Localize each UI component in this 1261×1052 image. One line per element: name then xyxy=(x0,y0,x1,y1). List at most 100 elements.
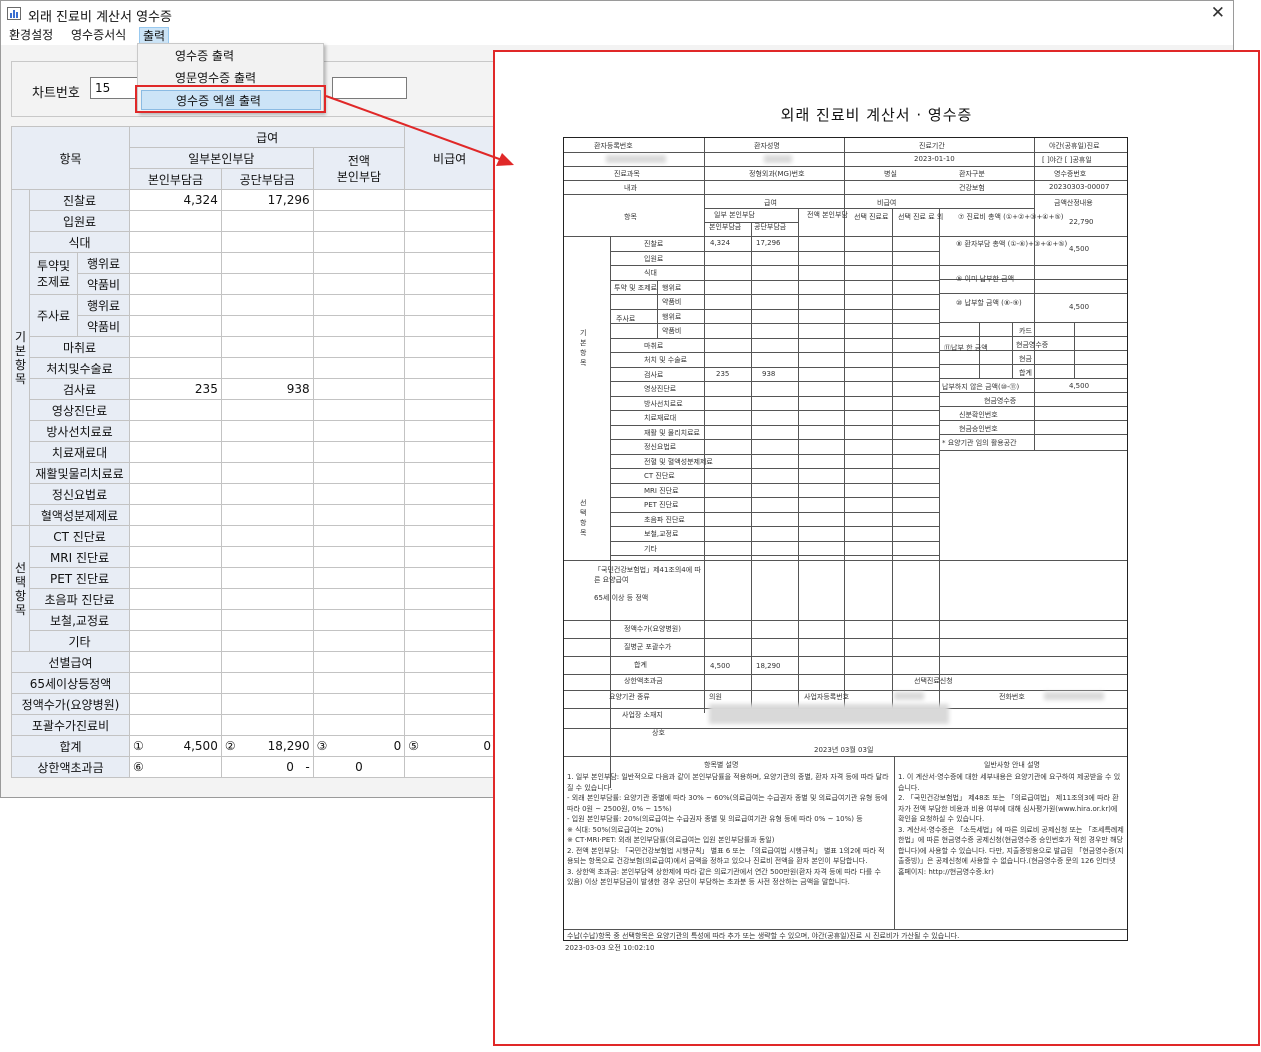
cell-noncovered[interactable] xyxy=(404,588,495,610)
cell-corp[interactable] xyxy=(220,525,314,547)
menu-settings[interactable]: 환경설정 xyxy=(6,27,56,44)
cell-noncovered[interactable] xyxy=(404,378,495,400)
cell-corp[interactable] xyxy=(220,504,314,526)
cell-patient[interactable]: 235 xyxy=(129,378,222,400)
cell-full[interactable] xyxy=(312,588,406,610)
cell-corp[interactable] xyxy=(220,273,314,295)
cell-full[interactable] xyxy=(312,294,406,316)
cell-patient[interactable] xyxy=(129,252,222,274)
cell-noncovered[interactable] xyxy=(404,693,495,715)
cell-corp[interactable]: 17,296 xyxy=(220,189,314,211)
close-icon[interactable]: ✕ xyxy=(1211,3,1225,23)
cell-full[interactable] xyxy=(312,672,406,694)
cell-noncovered[interactable] xyxy=(404,609,495,631)
cell-corp[interactable] xyxy=(220,441,314,463)
cell-patient[interactable] xyxy=(129,525,222,547)
cell-noncovered[interactable] xyxy=(404,315,495,337)
cell-corp[interactable] xyxy=(220,252,314,274)
cell-noncovered[interactable] xyxy=(404,399,495,421)
cell-noncovered[interactable] xyxy=(404,567,495,589)
menu-output[interactable]: 출력 xyxy=(139,27,170,44)
cell-patient[interactable] xyxy=(129,399,222,421)
cell-corp[interactable] xyxy=(220,693,314,715)
cell-full[interactable] xyxy=(312,315,406,337)
cell-corp[interactable] xyxy=(220,210,314,232)
cell-full[interactable] xyxy=(312,609,406,631)
cell-corp[interactable] xyxy=(220,567,314,589)
cell-patient[interactable] xyxy=(129,672,222,694)
cell-full[interactable] xyxy=(312,399,406,421)
cell-patient[interactable] xyxy=(129,609,222,631)
cell-full[interactable] xyxy=(312,210,406,232)
cell-full[interactable] xyxy=(312,378,406,400)
cell-full[interactable] xyxy=(312,231,406,253)
cell-full[interactable] xyxy=(312,336,406,358)
cell-full[interactable] xyxy=(312,651,406,673)
cell-noncovered[interactable] xyxy=(404,420,495,442)
cell-corp[interactable] xyxy=(220,609,314,631)
cell-patient[interactable] xyxy=(129,546,222,568)
cell-corp[interactable] xyxy=(220,588,314,610)
cell-full[interactable] xyxy=(312,252,406,274)
cell-patient[interactable]: 4,324 xyxy=(129,189,222,211)
cell-patient[interactable] xyxy=(129,588,222,610)
cell-corp[interactable] xyxy=(220,294,314,316)
cell-noncovered[interactable] xyxy=(404,504,495,526)
cell-patient[interactable] xyxy=(129,420,222,442)
cell-noncovered[interactable] xyxy=(404,714,495,736)
cell-corp[interactable] xyxy=(220,315,314,337)
cell-patient[interactable] xyxy=(129,441,222,463)
menu-item-print-receipt[interactable]: 영수증 출력 xyxy=(141,46,321,66)
cell-corp[interactable] xyxy=(220,672,314,694)
cell-corp[interactable]: 938 xyxy=(220,378,314,400)
cell-patient[interactable] xyxy=(129,714,222,736)
cell-corp[interactable] xyxy=(220,546,314,568)
cell-noncovered[interactable] xyxy=(404,441,495,463)
cell-corp[interactable] xyxy=(220,357,314,379)
cell-noncovered[interactable] xyxy=(404,462,495,484)
cell-noncovered[interactable] xyxy=(404,357,495,379)
cell-patient[interactable] xyxy=(129,651,222,673)
cell-noncovered[interactable] xyxy=(404,630,495,652)
cell-full[interactable] xyxy=(312,714,406,736)
cell-full[interactable] xyxy=(312,567,406,589)
cell-noncovered[interactable] xyxy=(404,252,495,274)
cell-full[interactable] xyxy=(312,630,406,652)
cell-patient[interactable] xyxy=(129,231,222,253)
cell-full[interactable] xyxy=(312,420,406,442)
cell-full[interactable] xyxy=(312,441,406,463)
cell-corp[interactable] xyxy=(220,651,314,673)
cell-full[interactable] xyxy=(312,504,406,526)
cell-patient[interactable] xyxy=(129,504,222,526)
cell-noncovered[interactable] xyxy=(404,483,495,505)
cell-patient[interactable] xyxy=(129,294,222,316)
cell-corp[interactable] xyxy=(220,336,314,358)
cell-noncovered[interactable] xyxy=(404,651,495,673)
cell-noncovered[interactable] xyxy=(404,294,495,316)
cell-patient[interactable] xyxy=(129,336,222,358)
cell-corp[interactable] xyxy=(220,231,314,253)
cell-corp[interactable] xyxy=(220,714,314,736)
cell-full[interactable] xyxy=(312,357,406,379)
cell-full[interactable] xyxy=(312,273,406,295)
cell-patient[interactable] xyxy=(129,693,222,715)
cell-noncovered[interactable] xyxy=(404,231,495,253)
cell-full[interactable] xyxy=(312,189,406,211)
cell-full[interactable] xyxy=(312,525,406,547)
cell-noncovered[interactable] xyxy=(404,672,495,694)
cell-corp[interactable] xyxy=(220,483,314,505)
cell-full[interactable] xyxy=(312,462,406,484)
cell-corp[interactable] xyxy=(220,399,314,421)
cell-corp[interactable] xyxy=(220,630,314,652)
cell-patient[interactable] xyxy=(129,273,222,295)
cell-patient[interactable] xyxy=(129,315,222,337)
cell-full[interactable] xyxy=(312,483,406,505)
cell-noncovered[interactable] xyxy=(404,525,495,547)
cell-full[interactable] xyxy=(312,546,406,568)
cell-corp[interactable] xyxy=(220,420,314,442)
cell-patient[interactable] xyxy=(129,210,222,232)
cell-noncovered[interactable] xyxy=(404,546,495,568)
menu-receipt-format[interactable]: 영수증서식 xyxy=(68,27,129,44)
cell-full[interactable] xyxy=(312,693,406,715)
cell-patient[interactable] xyxy=(129,630,222,652)
